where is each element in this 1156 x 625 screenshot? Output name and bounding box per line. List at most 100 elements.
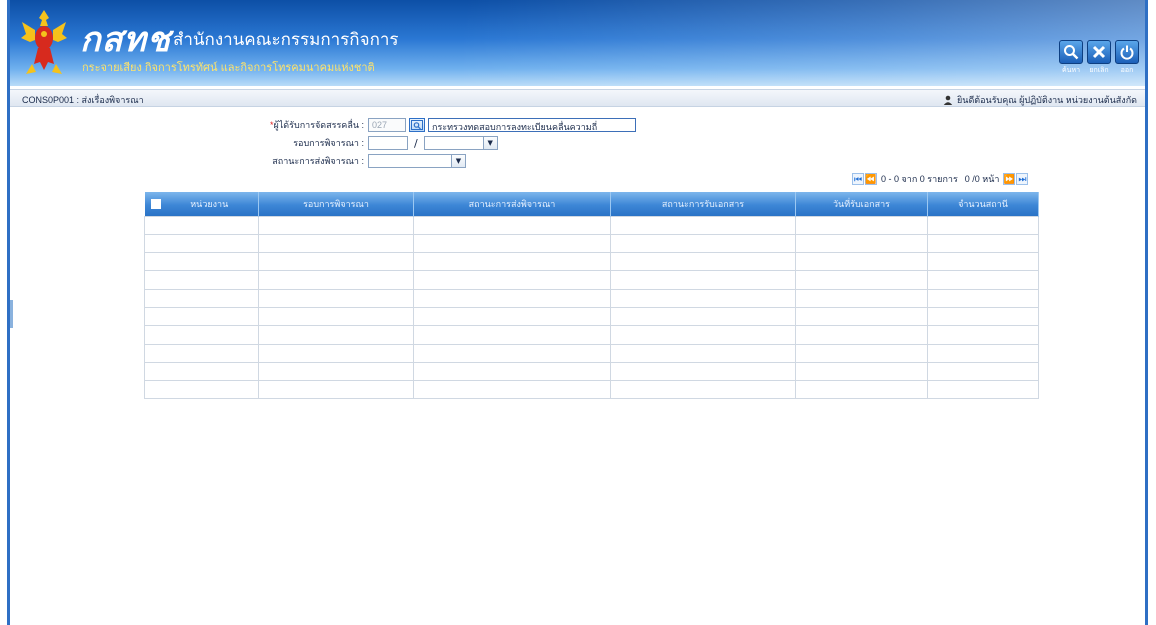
column-header-document-status[interactable]: สถานะการรับเอกสาร [610,192,796,216]
column-header-submit-status[interactable]: สถานะการส่งพิจารณา [413,192,611,216]
column-header-received-date[interactable]: วันที่รับเอกสาร [795,192,928,216]
close-icon [1087,40,1111,64]
table-cell [144,233,259,254]
table-cell [258,306,414,327]
table-cell [795,343,928,363]
table-cell [413,325,611,345]
table-cell [610,306,796,327]
table-cell [144,361,259,382]
cancel-button[interactable]: ยกเลิก [1087,40,1111,76]
table-cell [413,252,611,272]
column-header-station-count[interactable]: จำนวนสถานี [927,192,1039,216]
table-cell [413,215,611,235]
pager-page-text: 0 /0 หน้า [964,174,1000,184]
toolbar: ค้นหา ยกเลิก ออก [1059,40,1139,76]
user-icon [943,95,953,105]
table-cell [258,288,414,308]
allocatee-name-field[interactable]: กระทรวงทดสอบการลงทะเบียนคลื่นความถี่ [428,118,636,132]
logout-label: ออก [1120,67,1134,74]
next-page-button[interactable]: ⏩ [1003,173,1016,185]
round-number-input[interactable] [368,136,408,150]
round-year-select[interactable]: ▼ [423,136,498,150]
table-cell [610,361,796,382]
round-row: รอบการพิจารณา : / ▼ [256,136,498,150]
table-cell [413,343,611,363]
table-cell [144,343,259,363]
table-cell [927,215,1039,235]
allocatee-row: *ผู้ได้รับการจัดสรรคลื่น : 027 กระทรวงทด… [256,118,636,132]
table-row[interactable] [144,325,1039,345]
table-header-row: หน่วยงาน รอบการพิจารณา สถานะการส่งพิจารณ… [144,192,1039,216]
last-page-button[interactable]: ⏭ [1016,173,1029,185]
first-page-button[interactable]: ⏮ [852,173,864,185]
allocatee-label: *ผู้ได้รับการจัดสรรคลื่น : [256,118,368,132]
logout-button[interactable]: ออก [1115,40,1139,76]
table-cell [258,361,414,382]
table-cell [927,288,1039,308]
cancel-label: ยกเลิก [1089,67,1109,74]
table-cell [144,325,259,345]
table-cell [144,252,259,272]
page-titlebar: CONS0P001 : ส่งเรื่องพิจารณา ยินดีต้อนรั… [10,89,1145,107]
page-title: CONS0P001 : ส่งเรื่องพิจารณา [22,95,144,105]
table-cell [927,325,1039,345]
table-cell [610,380,796,400]
search-label: ค้นหา [1061,67,1080,74]
table-cell [795,306,928,327]
side-scrollbar[interactable] [10,300,13,328]
table-cell [795,233,928,254]
power-icon [1115,40,1139,64]
org-name: สำนักงานคณะกรรมการกิจการ [173,30,399,49]
table-row[interactable] [144,288,1039,308]
column-header-round[interactable]: รอบการพิจารณา [258,192,414,216]
search-button[interactable]: ค้นหา [1059,40,1083,76]
table-cell [795,288,928,308]
table-cell [144,215,259,235]
results-table: หน่วยงาน รอบการพิจารณา สถานะการส่งพิจารณ… [144,192,1039,400]
table-row[interactable] [144,343,1039,363]
table-cell [795,215,928,235]
table-cell [610,215,796,235]
table-cell [413,380,611,400]
select-all-checkbox[interactable] [150,198,161,209]
table-cell [258,343,414,363]
table-row[interactable] [144,361,1039,382]
prev-page-button[interactable]: ⏪ [865,173,877,185]
table-row[interactable] [144,270,1039,290]
status-select[interactable]: ▼ [368,154,466,168]
table-cell [795,270,928,290]
table-cell [610,233,796,254]
table-cell [144,306,259,327]
table-row[interactable] [144,380,1039,400]
table-cell [795,380,928,400]
table-cell [258,252,414,272]
table-row[interactable] [144,233,1039,254]
dropdown-arrow-icon: ▼ [482,137,497,149]
table-row[interactable] [144,306,1039,327]
status-row: สถานะการส่งพิจารณา : ▼ [256,154,466,168]
lookup-button[interactable] [409,118,425,132]
table-cell [413,233,611,254]
allocatee-code-field[interactable]: 027 [368,118,406,132]
table-cell [610,325,796,345]
table-row[interactable] [144,215,1039,235]
allocatee-label-text: ผู้ได้รับการจัดสรรคลื่น : [273,120,365,130]
pager: ⏮ ⏪ 0 - 0 จาก 0 รายการ 0 /0 หน้า ⏩ ⏭ [852,172,1029,186]
column-header-agency[interactable]: หน่วยงาน [144,192,259,216]
table-cell [927,252,1039,272]
table-cell [927,306,1039,327]
table-cell [927,233,1039,254]
table-cell [610,288,796,308]
table-cell [795,361,928,382]
welcome-text: ยินดีต้อนรับคุณ ผู้ปฏิบัติงาน หน่วยงานต้… [957,95,1137,105]
pager-range-text: 0 - 0 จาก 0 รายการ [881,174,958,184]
welcome-message: ยินดีต้อนรับคุณ ผู้ปฏิบัติงาน หน่วยงานต้… [943,93,1137,107]
column-agency-label: หน่วยงาน [190,198,229,209]
table-cell [258,325,414,345]
table-row[interactable] [144,252,1039,272]
dropdown-arrow-icon: ▼ [451,155,465,167]
org-subtitle: กระจายเสียง กิจการโทรทัศน์ และกิจการโทรค… [82,62,375,74]
table-cell [144,270,259,290]
table-cell [413,270,611,290]
table-body [144,215,1039,400]
